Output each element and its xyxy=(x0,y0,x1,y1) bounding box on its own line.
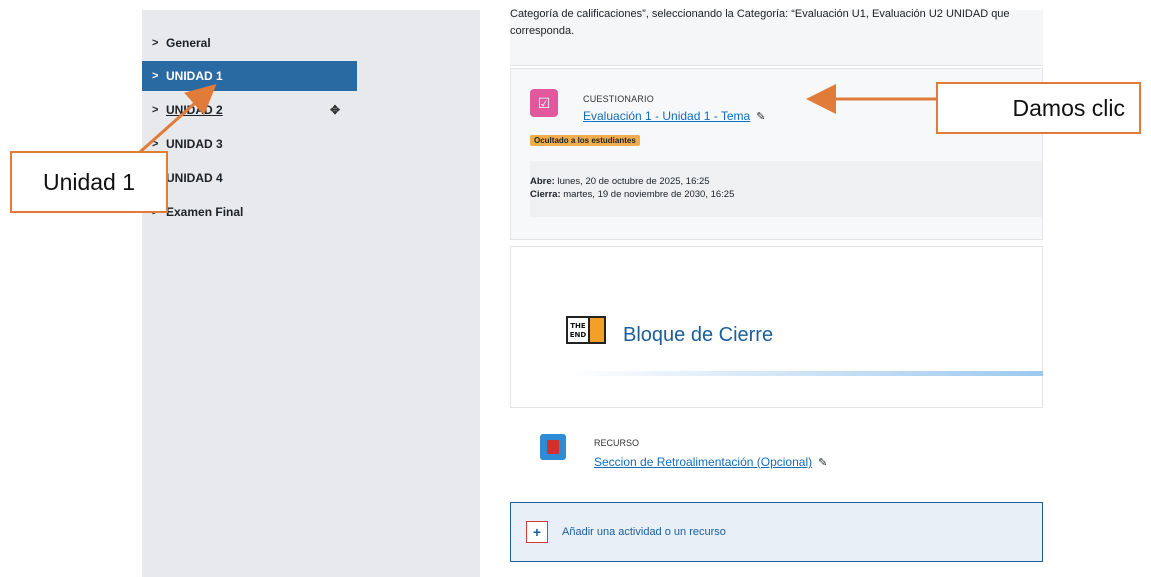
resource-activity: RECURSO Seccion de Retroalimentación (Op… xyxy=(510,410,1043,492)
close-date-label: Cierra: xyxy=(530,189,561,200)
resource-title[interactable]: Seccion de Retroalimentación (Opcional) xyxy=(594,455,812,469)
decorative-divider xyxy=(566,371,1044,376)
nav-item-label: General xyxy=(166,36,211,50)
section-summary-text: Categoría de calificaciones”, selecciona… xyxy=(510,8,1010,37)
pdf-resource-icon xyxy=(540,434,566,460)
hidden-status-badge: Ocultado a los estudiantes xyxy=(530,135,640,146)
resource-link[interactable]: Seccion de Retroalimentación (Opcional) ✎ xyxy=(594,455,827,469)
annotation-callout-damos-clic: Damos clic xyxy=(936,82,1141,134)
annotation-callout-unidad-1: Unidad 1 xyxy=(10,151,168,213)
nav-item-label: UNIDAD 1 xyxy=(166,69,223,83)
close-date: Cierra: martes, 19 de noviembre de 2030,… xyxy=(530,188,1042,201)
open-date-value: lunes, 20 de octubre de 2025, 16:25 xyxy=(554,176,710,187)
edit-pencil-icon[interactable]: ✎ xyxy=(756,110,765,123)
activity-type-label: RECURSO xyxy=(594,438,640,448)
close-date-value: martes, 19 de noviembre de 2030, 16:25 xyxy=(560,189,735,200)
open-date: Abre: lunes, 20 de octubre de 2025, 16:2… xyxy=(530,175,1042,188)
book-text-the: THE xyxy=(570,322,586,330)
open-date-label: Abre: xyxy=(530,176,555,187)
activity-type-label: CUESTIONARIO xyxy=(583,94,654,104)
nav-item-label: UNIDAD 2 xyxy=(166,103,223,117)
chevron-right-icon: > xyxy=(152,37,159,49)
nav-item-unidad-2[interactable]: > UNIDAD 2 ✥ xyxy=(142,95,357,125)
nav-item-label: Examen Final xyxy=(166,205,244,219)
add-activity-button[interactable]: + Añadir una actividad o un recurso xyxy=(510,502,1043,562)
activity-dates: Abre: lunes, 20 de octubre de 2025, 16:2… xyxy=(530,161,1042,217)
add-activity-label[interactable]: Añadir una actividad o un recurso xyxy=(562,526,726,538)
nav-item-general[interactable]: > General xyxy=(142,28,357,58)
chevron-right-icon: > xyxy=(152,104,159,116)
move-icon[interactable]: ✥ xyxy=(330,103,340,117)
quiz-icon: ☑ xyxy=(530,89,558,117)
nav-item-unidad-4[interactable]: > UNIDAD 4 xyxy=(142,163,357,193)
nav-item-unidad-3[interactable]: > UNIDAD 3 xyxy=(142,129,357,159)
closing-block-card: THE END Bloque de Cierre xyxy=(510,246,1044,408)
nav-item-unidad-1[interactable]: > UNIDAD 1 xyxy=(142,61,357,91)
quiz-title[interactable]: Evaluación 1 - Unidad 1 - Tema xyxy=(583,109,750,123)
nav-item-examen-final[interactable]: > Examen Final xyxy=(142,197,357,227)
the-end-book-icon: THE END xyxy=(566,316,606,344)
nav-item-label: UNIDAD 4 xyxy=(166,171,223,185)
closing-block-title: Bloque de Cierre xyxy=(623,324,774,346)
edit-pencil-icon[interactable]: ✎ xyxy=(818,456,827,469)
plus-icon[interactable]: + xyxy=(526,521,548,543)
chevron-right-icon: > xyxy=(152,138,159,150)
book-text-end: END xyxy=(570,331,587,339)
nav-item-label: UNIDAD 3 xyxy=(166,137,223,151)
quiz-link[interactable]: Evaluación 1 - Unidad 1 - Tema ✎ xyxy=(583,109,765,123)
page-gutter xyxy=(360,10,480,577)
chevron-right-icon: > xyxy=(152,70,159,82)
course-index-sidebar: > General > UNIDAD 1 > UNIDAD 2 ✥ > UNID… xyxy=(142,10,360,577)
